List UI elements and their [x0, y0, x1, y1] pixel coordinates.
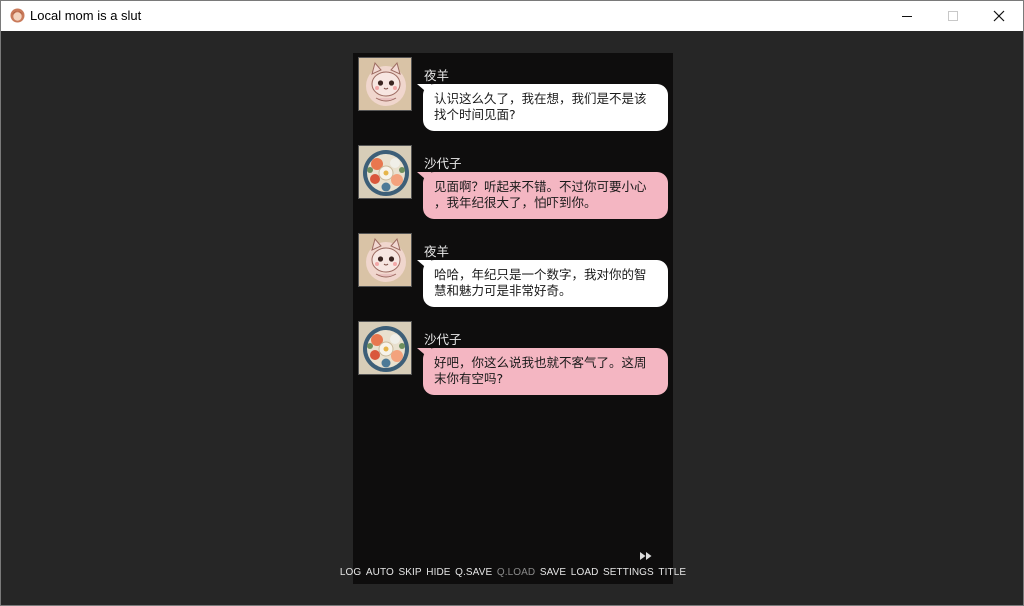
minimize-button[interactable]	[884, 1, 930, 31]
quick-menu-quick-save[interactable]: Q.SAVE	[453, 567, 495, 581]
cat-avatar-icon	[358, 57, 412, 111]
message-line: 慧和魅力可是非常好奇。	[434, 283, 572, 298]
close-button[interactable]	[976, 1, 1022, 31]
speaker-name: 夜羊	[424, 244, 450, 259]
quick-menu-save[interactable]: SAVE	[538, 567, 569, 581]
maximize-icon	[947, 10, 959, 22]
fast-forward-icon[interactable]	[639, 547, 653, 560]
message-bubble: 好吧，你这么说我也就不客气了。这周 末你有空吗?	[417, 348, 668, 395]
message-bubble: 见面啊？听起来不错。不过你可要小心 ，我年纪很大了，怕吓到你。	[417, 172, 668, 219]
app-portrait-icon	[10, 8, 25, 23]
quick-menu-settings[interactable]: SETTINGS	[601, 567, 656, 581]
maximize-button[interactable]	[930, 1, 976, 31]
window-title: Local mom is a slut	[30, 8, 142, 23]
quick-menu-auto[interactable]: AUTO	[364, 567, 397, 581]
message-bubble: 认识这么久了，我在想，我们是不是该 找个时间见面?	[417, 84, 668, 131]
flower-avatar-icon	[358, 145, 412, 199]
message-line: 见面啊？听起来不错。不过你可要小心	[434, 179, 647, 194]
bubble-tail	[417, 172, 431, 184]
message-line: ，我年纪很大了，怕吓到你。	[434, 195, 597, 210]
message-line: 好吧，你这么说我也就不客气了。这周	[434, 355, 647, 370]
bubble-tail	[417, 84, 431, 96]
speaker-name: 夜羊	[424, 68, 450, 83]
quick-menu: LOG AUTO SKIP HIDE Q.SAVE Q.LOAD SAVE LO…	[340, 567, 686, 581]
quick-menu-load[interactable]: LOAD	[568, 567, 600, 581]
quick-menu-skip[interactable]: SKIP	[396, 567, 424, 581]
bubble-tail	[417, 260, 431, 272]
minimize-icon	[901, 11, 913, 22]
message-line: 认识这么久了，我在想，我们是不是该	[434, 91, 647, 106]
app-window: Local mom is a slut 夜羊 认识这么久了，我在想，我们是不是该…	[0, 0, 1024, 606]
speaker-name: 沙代子	[424, 332, 462, 347]
message-bubble: 哈哈，年纪只是一个数字，我对你的智 慧和魅力可是非常好奇。	[417, 260, 668, 307]
flower-avatar-icon	[358, 321, 412, 375]
bubble-tail	[417, 348, 431, 360]
chat-message: 沙代子 见面啊？听起来不错。不过你可要小心 ，我年纪很大了，怕吓到你。	[353, 141, 673, 221]
close-icon	[993, 10, 1005, 22]
game-screen: 夜羊 认识这么久了，我在想，我们是不是该 找个时间见面? 沙代子 见面啊？听起来…	[340, 53, 686, 584]
cat-avatar-icon	[358, 233, 412, 287]
message-line: 末你有空吗?	[434, 371, 504, 386]
message-line: 找个时间见面?	[434, 107, 516, 122]
chat-message: 沙代子 好吧，你这么说我也就不客气了。这周 末你有空吗?	[353, 317, 673, 397]
quick-menu-hide[interactable]: HIDE	[424, 567, 453, 581]
quick-menu-title[interactable]: TITLE	[656, 567, 688, 581]
chat-message: 夜羊 认识这么久了，我在想，我们是不是该 找个时间见面?	[353, 53, 673, 133]
speaker-name: 沙代子	[424, 156, 462, 171]
quick-menu-quick-load[interactable]: Q.LOAD	[495, 567, 538, 581]
title-bar[interactable]: Local mom is a slut	[1, 1, 1023, 31]
quick-menu-log[interactable]: LOG	[338, 567, 364, 581]
message-line: 哈哈，年纪只是一个数字，我对你的智	[434, 267, 647, 282]
chat-message: 夜羊 哈哈，年纪只是一个数字，我对你的智 慧和魅力可是非常好奇。	[353, 229, 673, 309]
